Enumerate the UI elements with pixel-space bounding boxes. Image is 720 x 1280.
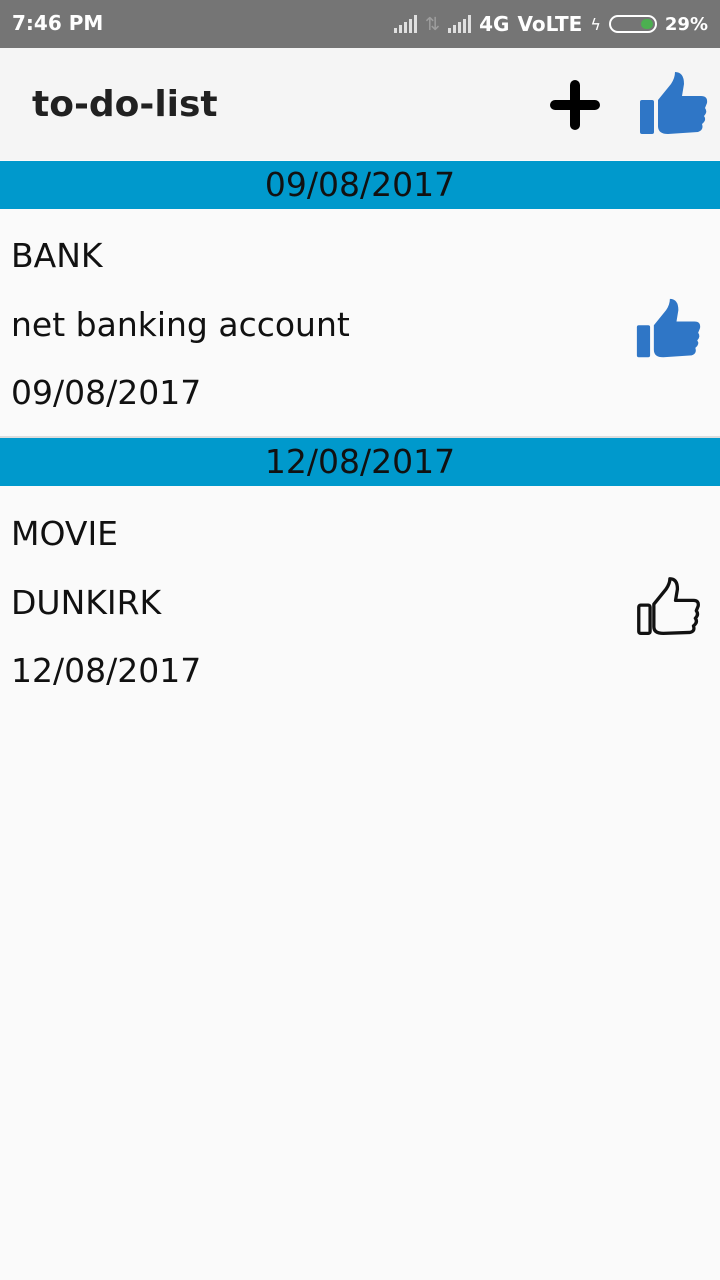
date-header-1: 09/08/2017: [0, 161, 720, 209]
status-bar: 7:46 PM ⇅ 4G VoLTE ϟ 29%: [0, 0, 720, 48]
signal-strength-icon: [394, 15, 418, 33]
thumbs-up-filled-icon: [636, 298, 701, 358]
task-description: DUNKIRK: [11, 583, 162, 622]
charging-icon: ϟ: [590, 14, 601, 34]
battery-icon: [608, 15, 657, 33]
task-date: 12/08/2017: [11, 651, 202, 690]
task-title: BANK: [11, 236, 103, 275]
add-task-button[interactable]: [546, 76, 604, 134]
signal-strength-2-icon: [448, 15, 472, 33]
status-time: 7:46 PM: [12, 11, 104, 35]
thumbs-up-icon: [640, 72, 708, 134]
task-like-button[interactable]: [635, 296, 701, 362]
app-bar: to-do-list: [0, 48, 720, 160]
thumbs-up-outline-icon: [637, 577, 700, 636]
status-indicators: ⇅ 4G VoLTE ϟ 29%: [394, 0, 708, 48]
plus-icon: [550, 80, 600, 130]
volte-label: VoLTE: [517, 12, 583, 36]
app-title: to-do-list: [32, 84, 218, 125]
data-activity-icon: ⇅: [425, 13, 441, 35]
network-type-label: 4G: [479, 12, 510, 36]
task-like-button[interactable]: [635, 574, 701, 640]
like-filter-button[interactable]: [638, 70, 708, 138]
task-date: 09/08/2017: [11, 373, 202, 412]
task-description: net banking account: [11, 305, 350, 344]
task-title: MOVIE: [11, 514, 119, 553]
battery-percent: 29%: [664, 13, 708, 35]
date-header-2: 12/08/2017: [0, 438, 720, 486]
